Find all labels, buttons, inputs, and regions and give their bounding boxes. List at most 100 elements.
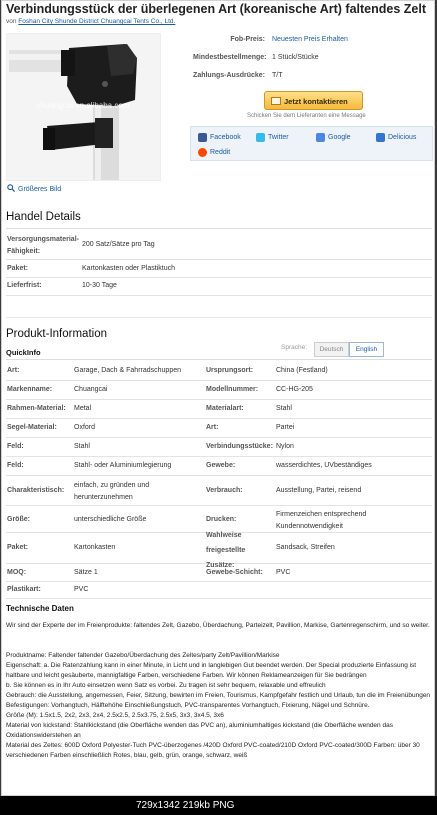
fob-label: Fob-Preis: — [230, 36, 265, 43]
table-row: Feld: Stahl Verbindungsstücke: Nylon — [6, 438, 432, 457]
spec-label: Materialart: — [206, 405, 244, 412]
share-reddit[interactable]: Reddit — [210, 149, 230, 156]
spec-label: MOQ: — [7, 569, 27, 576]
handel-value: Kartonkasten oder Plastiktuch — [82, 265, 175, 272]
handel-value: 10-30 Tage — [82, 282, 117, 289]
table-row: Rahmen-Material: Metal Materialart: Stah… — [6, 400, 432, 419]
payment-value: T/T — [272, 72, 283, 79]
spec-value: PVC — [276, 569, 291, 576]
table-row: Feld: Stahl- oder Aluminiumlegierung Gew… — [6, 457, 432, 476]
table-row: Plastikart: PVC — [6, 582, 432, 599]
payment-label: Zahlungs-Ausdrücke: — [193, 72, 265, 79]
spec-label: Größe: — [7, 516, 30, 523]
product-page: Verbindungsstück der überlegenen Art (ko… — [1, 0, 435, 796]
moq-value: 1 Stück/Stücke — [272, 54, 319, 61]
send-message-note: Schicken Sie dem Lieferanten eine Messag… — [247, 113, 366, 119]
quickinfo-heading: QuickInfo — [6, 348, 41, 357]
spec-value: Sätze 1 — [74, 569, 98, 576]
facebook-icon — [198, 133, 207, 142]
spec-value: Sandsack, Streifen — [276, 544, 335, 551]
spec-value: CC-HG-205 — [276, 386, 313, 393]
contact-now-label: Jetzt kontaktieren — [284, 97, 348, 106]
envelope-icon — [271, 97, 281, 105]
spec-label: Gewebe-Schicht: — [206, 569, 263, 576]
spec-value: Stahl — [276, 405, 292, 412]
google-icon — [316, 133, 325, 142]
handel-value: 200 Satz/Sätze pro Tag — [82, 241, 155, 248]
spec-value: wasserdichtes, UVbeständiges — [276, 462, 372, 469]
technische-intro: Wir sind der Experte der im Freienproduk… — [6, 622, 430, 629]
share-facebook[interactable]: Facebook — [210, 134, 241, 141]
spec-label: Modellnummer: — [206, 386, 259, 393]
product-title: Verbindungsstück der überlegenen Art (ko… — [6, 2, 427, 16]
handel-heading: Handel Details — [6, 211, 81, 223]
spec-value: Stahl- oder Aluminiumlegierung — [74, 462, 172, 469]
table-row: MOQ: Sätze 1 Gewebe-Schicht: PVC — [6, 564, 432, 582]
divider — [6, 317, 432, 318]
reddit-icon — [198, 148, 207, 157]
table-row: Art: Garage, Dach & Fahrradschuppen Ursp… — [6, 362, 432, 381]
handel-label: Lieferfrist: — [7, 282, 42, 289]
language-switch: Sprache: Deutsch English — [281, 342, 384, 357]
moq-label: Mindestbestellmenge: — [193, 54, 267, 61]
spec-value: einfach, zu gründen und herunterzunehmen — [74, 482, 150, 501]
spec-label: Rahmen-Material: — [7, 405, 66, 412]
bigger-image-label: Größeres Bild — [18, 186, 62, 193]
spec-value: Partei — [276, 424, 295, 431]
table-row: Versorgungsmaterial-Fähigkeit: 200 Satz/… — [6, 231, 432, 260]
spec-label: Gewebe: — [206, 462, 236, 469]
spec-value: Garage, Dach & Fahrradschuppen — [74, 367, 182, 374]
image-viewer-status-bar: 729x1342 219kb PNG — [0, 796, 437, 815]
spec-value: Firmenzeichen entsprechend Kundennotwend… — [276, 511, 367, 530]
share-twitter[interactable]: Twitter — [268, 134, 289, 141]
spec-label: Segel-Material: — [7, 424, 57, 431]
spec-label: Verbrauch: — [206, 487, 243, 494]
divider — [6, 359, 432, 360]
product-image[interactable]: chuangcai.en.alibaba.com — [6, 33, 161, 181]
fob-value-link[interactable]: Neuesten Preis Erhalten — [272, 36, 348, 43]
spec-label: Verbindungsstücke: — [206, 443, 273, 450]
spec-value: PVC — [74, 586, 89, 593]
handel-label: Versorgungsmaterial-Fähigkeit: — [7, 236, 79, 255]
bigger-image-link[interactable]: Größeres Bild — [7, 184, 61, 193]
spec-label: Feld: — [7, 443, 24, 450]
image-info-text: 729x1342 219kb PNG — [136, 800, 235, 811]
image-watermark: chuangcai.en.alibaba.com — [37, 101, 130, 110]
spec-value: Kartonkasten — [74, 544, 116, 551]
spec-label: Ursprungsort: — [206, 367, 254, 374]
spec-label: Drucken: — [206, 516, 237, 523]
delicious-icon — [376, 133, 385, 142]
spec-value: Chuangcai — [74, 386, 108, 393]
spec-label: Art: — [206, 424, 219, 431]
spec-label: Art: — [7, 367, 20, 374]
spec-label: Feld: — [7, 462, 24, 469]
share-box: Facebook Twitter Google Delicious Reddit — [190, 126, 433, 161]
by-prefix: von — [6, 18, 17, 25]
table-row: Paket: Kartonkasten oder Plastiktuch — [6, 260, 432, 278]
divider — [6, 228, 432, 229]
language-label: Sprache: — [281, 344, 308, 351]
spec-value: Nylon — [276, 443, 294, 450]
spec-value: Ausstellung, Partei, reisend — [276, 487, 362, 494]
technische-body: Produktname: Faltender faltender Gazebo/… — [6, 652, 431, 759]
supplier-line: von Foshan City Shunde District Chuangca… — [6, 18, 175, 25]
handel-label: Paket: — [7, 265, 29, 272]
technische-heading: Technische Daten — [6, 604, 74, 613]
share-delicious[interactable]: Delicious — [388, 134, 416, 141]
language-english-tab[interactable]: English — [349, 342, 384, 357]
spec-label: Markenname: — [7, 386, 53, 393]
language-deutsch-tab[interactable]: Deutsch — [314, 342, 349, 357]
spec-label: Charakteristisch: — [7, 487, 65, 494]
supplier-link[interactable]: Foshan City Shunde District Chuangcai Te… — [18, 18, 175, 25]
share-google[interactable]: Google — [328, 134, 351, 141]
contact-now-button[interactable]: Jetzt kontaktieren — [264, 91, 363, 110]
table-row: Segel-Material: Oxford Art: Partei — [6, 419, 432, 438]
spec-value: China (Festland) — [276, 367, 328, 374]
magnifier-icon — [7, 184, 16, 193]
spec-value: Oxford — [74, 424, 96, 431]
spec-label: Plastikart: — [7, 586, 41, 593]
table-row: Markenname: Chuangcai Modellnummer: CC-H… — [6, 381, 432, 400]
spec-label: Paket: — [7, 544, 29, 551]
table-row: Paket: Kartonkasten Wahlweise freigestel… — [6, 532, 432, 569]
produkt-heading: Produkt-Information — [6, 328, 107, 340]
